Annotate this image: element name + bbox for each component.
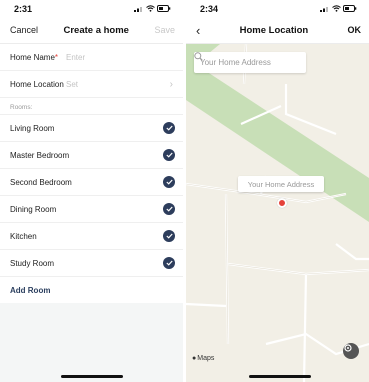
room-list: Living Room Master Bedroom Second Bedroo… xyxy=(0,115,183,277)
checkmark-icon[interactable] xyxy=(163,149,175,161)
checkmark-icon[interactable] xyxy=(163,230,175,242)
search-icon xyxy=(194,52,203,61)
room-item-living-room[interactable]: Living Room xyxy=(0,115,183,142)
home-indicator xyxy=(61,375,123,378)
status-icons xyxy=(134,5,171,12)
room-item-master-bedroom[interactable]: Master Bedroom xyxy=(0,142,183,169)
status-time: 2:31 xyxy=(14,3,33,14)
address-search-field[interactable]: Your Home Address xyxy=(194,52,306,73)
home-name-label: Home Name* xyxy=(10,52,59,62)
checkmark-icon[interactable] xyxy=(163,257,175,269)
home-name-input[interactable]: Enter xyxy=(66,53,173,62)
home-name-row: Home Name* Enter xyxy=(0,44,183,71)
checkmark-icon[interactable] xyxy=(163,203,175,215)
apple-logo-icon: ● xyxy=(192,355,197,362)
rooms-section-header: Rooms: xyxy=(0,98,183,115)
home-location-label: Home Location xyxy=(10,79,64,89)
checkmark-icon[interactable] xyxy=(163,122,175,134)
home-location-value: Set xyxy=(66,79,79,89)
save-button[interactable]: Save xyxy=(154,25,175,35)
create-home-screen: 2:31 Cancel Create a home Save Home Name… xyxy=(0,0,183,382)
wifi-icon xyxy=(146,5,155,12)
pin-callout: Your Home Address xyxy=(238,176,324,192)
navigation-bar: ‹ Home Location OK xyxy=(186,17,369,44)
address-search-placeholder: Your Home Address xyxy=(200,58,271,67)
navigation-bar: Cancel Create a home Save xyxy=(0,17,183,44)
room-name: Dining Room xyxy=(10,204,57,214)
battery-icon xyxy=(157,5,171,12)
home-indicator xyxy=(249,375,311,378)
room-item-dining-room[interactable]: Dining Room xyxy=(0,196,183,223)
signal-icon xyxy=(320,7,328,12)
wifi-icon xyxy=(332,5,341,12)
page-title: Create a home xyxy=(63,24,129,36)
map-view[interactable]: Your Home Address Your Home Address ● Ma… xyxy=(186,44,369,382)
home-location-screen: 2:34 ‹ Home Location OK Your Home Addres… xyxy=(186,0,369,382)
status-bar: 2:34 xyxy=(186,0,369,17)
map-canvas xyxy=(186,44,369,382)
signal-icon xyxy=(134,7,142,12)
location-pin-icon[interactable] xyxy=(277,198,287,208)
battery-icon xyxy=(343,5,357,12)
room-name: Master Bedroom xyxy=(10,150,70,160)
room-item-kitchen[interactable]: Kitchen xyxy=(0,223,183,250)
cancel-button[interactable]: Cancel xyxy=(10,25,38,35)
required-marker: * xyxy=(54,52,59,62)
status-bar: 2:31 xyxy=(0,0,183,17)
ok-button[interactable]: OK xyxy=(348,25,362,35)
room-item-study-room[interactable]: Study Room xyxy=(0,250,183,277)
room-name: Second Bedroom xyxy=(10,177,72,187)
room-item-second-bedroom[interactable]: Second Bedroom xyxy=(0,169,183,196)
page-title: Home Location xyxy=(239,24,309,36)
maps-brand-label: Maps xyxy=(197,355,215,362)
chevron-left-icon[interactable]: ‹ xyxy=(196,24,200,37)
add-room-button[interactable]: Add Room xyxy=(0,277,183,303)
status-time: 2:34 xyxy=(200,3,219,14)
location-target-icon[interactable] xyxy=(343,343,359,359)
status-icons xyxy=(320,5,357,12)
room-name: Living Room xyxy=(10,123,55,133)
chevron-right-icon: › xyxy=(169,78,173,90)
room-name: Kitchen xyxy=(10,231,37,241)
checkmark-icon[interactable] xyxy=(163,176,175,188)
apple-maps-logo: ● Maps xyxy=(192,355,214,362)
home-location-row[interactable]: Home Location Set › xyxy=(0,71,183,98)
room-name: Study Room xyxy=(10,258,55,268)
